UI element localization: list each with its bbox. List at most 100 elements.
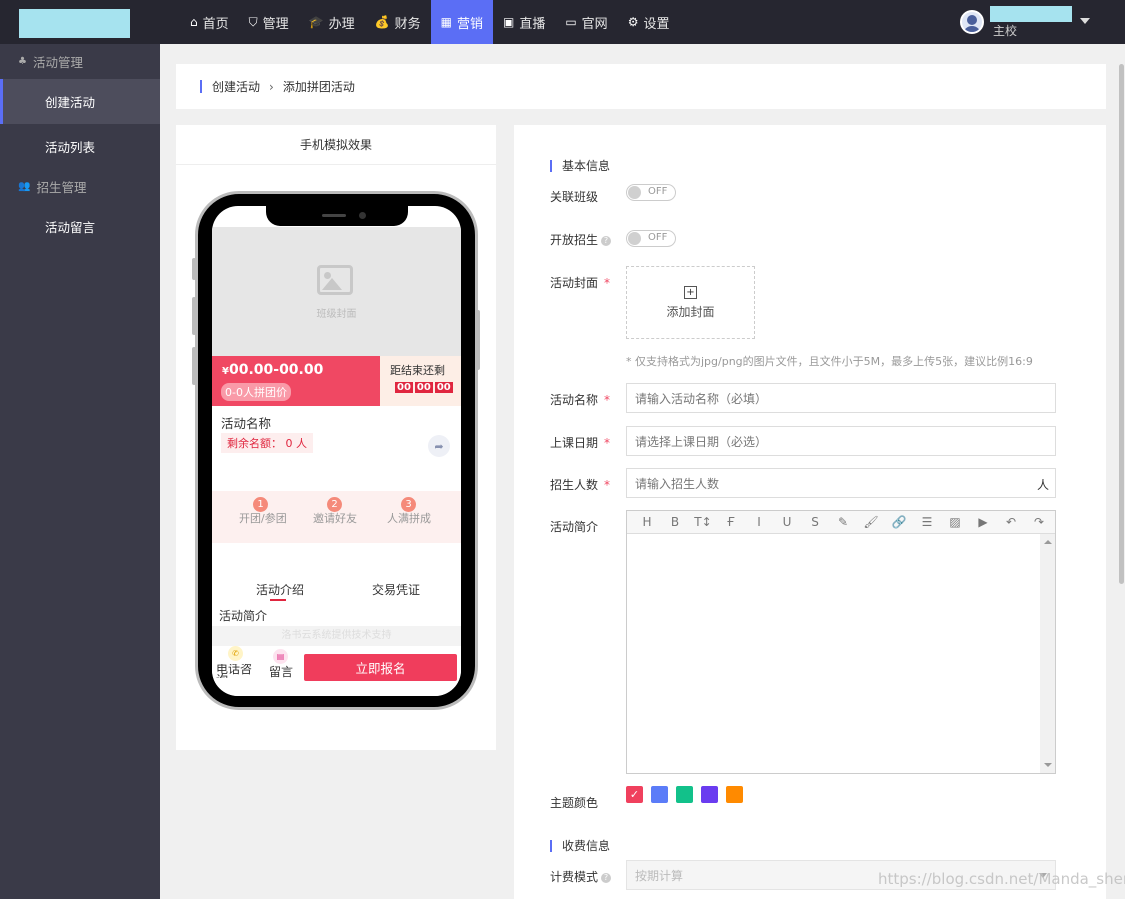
bold-icon[interactable]: B xyxy=(661,515,689,529)
align-icon[interactable]: ☰ xyxy=(913,515,941,529)
heading-icon[interactable]: H xyxy=(633,515,661,529)
editor-scrollbar[interactable] xyxy=(1040,534,1055,773)
phone-side-button xyxy=(192,347,196,385)
activity-name: 活动名称 xyxy=(221,416,272,431)
add-cover-upload[interactable]: + 添加封面 xyxy=(626,266,755,339)
theme-color-swatch[interactable]: ✓ xyxy=(626,786,643,803)
users-icon: 👥 xyxy=(18,181,31,192)
nav-label: 营销 xyxy=(456,16,483,32)
countdown-seconds: 00 xyxy=(434,382,453,393)
top-nav-bar: ⌂ 首页 ⛉ 管理 🎓 办理 💰 财务 ▦ 营销 ▣ 直播 ▭ 官网 ⚙ 设置 主校 xyxy=(0,0,1125,44)
phone-consult-label[interactable]: 电话咨询 xyxy=(216,664,261,678)
nav-item-home[interactable]: ⌂ 首页 xyxy=(180,0,239,44)
desc-label: 活动简介 xyxy=(550,520,599,534)
rich-text-editor[interactable]: H B T↕ Ғ I U S ✎ 🖌 🔗 ☰ ▨ ▶ ↶ ↷ xyxy=(626,510,1056,774)
page-scrollbar[interactable] xyxy=(1118,44,1125,899)
help-icon: ? xyxy=(601,872,612,883)
breadcrumb-parent[interactable]: 创建活动 xyxy=(212,78,260,95)
theme-color-label: 主题颜色 xyxy=(550,796,599,810)
image-icon[interactable]: ▨ xyxy=(941,515,969,529)
nav-item-marketing[interactable]: ▦ 营销 xyxy=(430,0,493,44)
plus-icon: + xyxy=(684,286,697,299)
home-icon: ⌂ xyxy=(190,15,198,29)
group-price-tag: 0-0人拼团价 xyxy=(221,383,291,401)
help-icon: ? xyxy=(601,235,612,246)
cover-placeholder: 班级封面 xyxy=(212,227,461,356)
breadcrumb: 创建活动 › 添加拼团活动 xyxy=(176,64,1106,109)
sidebar-item-create-activity[interactable]: 创建活动 xyxy=(0,79,160,124)
sidebar-item-label: 活动留言 xyxy=(45,220,96,235)
avatar[interactable] xyxy=(960,10,984,34)
nav-item-finance[interactable]: 💰 财务 xyxy=(365,0,431,44)
nav-item-live[interactable]: ▣ 直播 xyxy=(493,0,555,44)
add-cover-label: 添加封面 xyxy=(666,305,715,319)
brush-icon[interactable]: 🖌 xyxy=(857,515,885,529)
link-class-label: 关联班级 xyxy=(550,190,599,204)
share-icon[interactable]: ➦ xyxy=(428,435,450,457)
font-family-icon[interactable]: Ғ xyxy=(717,515,745,529)
theme-color-swatch[interactable] xyxy=(701,786,718,803)
breadcrumb-accent xyxy=(200,80,202,93)
open-enroll-toggle[interactable]: OFF xyxy=(626,230,676,247)
active-tab-indicator xyxy=(270,599,286,601)
countdown-timer: 00 00 00 xyxy=(395,382,455,393)
user-menu[interactable]: 主校 xyxy=(960,6,1090,38)
sidebar-group-activity[interactable]: ♣ 活动管理 xyxy=(0,44,160,79)
nav-label: 首页 xyxy=(202,16,229,32)
signup-button[interactable]: 立即报名 xyxy=(304,654,457,681)
intro-heading: 活动简介 xyxy=(219,609,268,623)
phone-side-button xyxy=(192,297,196,335)
nav-item-settings[interactable]: ⚙ 设置 xyxy=(618,0,680,44)
sidebar-item-messages[interactable]: 活动留言 xyxy=(0,204,160,249)
user-name-redacted xyxy=(990,6,1072,22)
class-date-input[interactable]: 请选择上课日期（必选） xyxy=(626,426,1056,456)
phone-icon[interactable]: ✆ xyxy=(228,646,243,661)
chevron-down-icon[interactable] xyxy=(1080,18,1090,24)
theme-color-swatch[interactable] xyxy=(726,786,743,803)
image-icon xyxy=(317,265,353,295)
tab-transaction-proof[interactable]: 交易凭证 xyxy=(372,581,420,598)
message-label[interactable]: 留言 xyxy=(269,666,293,678)
theme-color-swatch[interactable] xyxy=(676,786,693,803)
fee-mode-label: 计费模式? xyxy=(550,868,612,885)
video-icon[interactable]: ▶ xyxy=(969,515,997,529)
font-size-icon[interactable]: T↕ xyxy=(689,515,717,529)
sidebar-group-enroll[interactable]: 👥 招生管理 xyxy=(0,169,160,204)
tab-activity-intro[interactable]: 活动介绍 xyxy=(256,581,304,598)
cover-hint: * 仅支持格式为jpg/png的图片文件，且文件小于5M，最多上传5张，建议比例… xyxy=(626,355,1033,368)
undo-icon[interactable]: ↶ xyxy=(997,515,1025,529)
powered-by-text: 洛书云系统提供技术支持 xyxy=(212,626,461,646)
link-class-toggle[interactable]: OFF xyxy=(626,184,676,201)
nav-item-website[interactable]: ▭ 官网 xyxy=(555,0,617,44)
theme-color-picker: ✓ xyxy=(626,786,751,803)
logo[interactable] xyxy=(19,9,130,38)
strikethrough-icon[interactable]: S xyxy=(801,515,829,529)
nav-item-handle[interactable]: 🎓 办理 xyxy=(299,0,365,44)
sidebar-group-label: 招生管理 xyxy=(36,180,87,195)
shield-icon: ⛉ xyxy=(248,14,258,29)
italic-icon[interactable]: I xyxy=(745,515,773,529)
tv-icon: ▣ xyxy=(502,15,515,29)
phone-preview-panel: 手机模拟效果 班级封面 ¥00.00-00.00 0-0人拼团价 距结束还剩 0… xyxy=(176,125,496,750)
grid-icon: ▦ xyxy=(440,15,452,29)
pen-icon[interactable]: ✎ xyxy=(829,515,857,529)
puzzle-icon: ♣ xyxy=(18,56,27,67)
link-icon[interactable]: 🔗 xyxy=(885,515,913,529)
activity-name-input[interactable]: 请输入活动名称（必填） xyxy=(626,383,1056,413)
name-label: 活动名称 * xyxy=(550,393,611,407)
theme-color-swatch[interactable] xyxy=(651,786,668,803)
step-1: 1 开团/参团 xyxy=(239,497,287,525)
enroll-count-input[interactable]: 请输入招生人数人 xyxy=(626,468,1056,498)
cover-label: 活动封面 * xyxy=(550,276,611,290)
sidebar-item-activity-list[interactable]: 活动列表 xyxy=(0,124,160,169)
money-bag-icon: 💰 xyxy=(374,15,390,29)
open-enroll-label: 开放招生? xyxy=(550,231,612,248)
redo-icon[interactable]: ↷ xyxy=(1025,515,1053,529)
countdown-label: 距结束还剩 xyxy=(390,364,445,377)
phone-notch xyxy=(266,206,408,226)
chevron-right-icon: › xyxy=(269,79,274,94)
underline-icon[interactable]: U xyxy=(773,515,801,529)
nav-item-manage[interactable]: ⛉ 管理 xyxy=(239,0,299,44)
message-icon[interactable]: ▤ xyxy=(273,649,288,664)
editor-toolbar: H B T↕ Ғ I U S ✎ 🖌 🔗 ☰ ▨ ▶ ↶ ↷ xyxy=(627,511,1055,534)
